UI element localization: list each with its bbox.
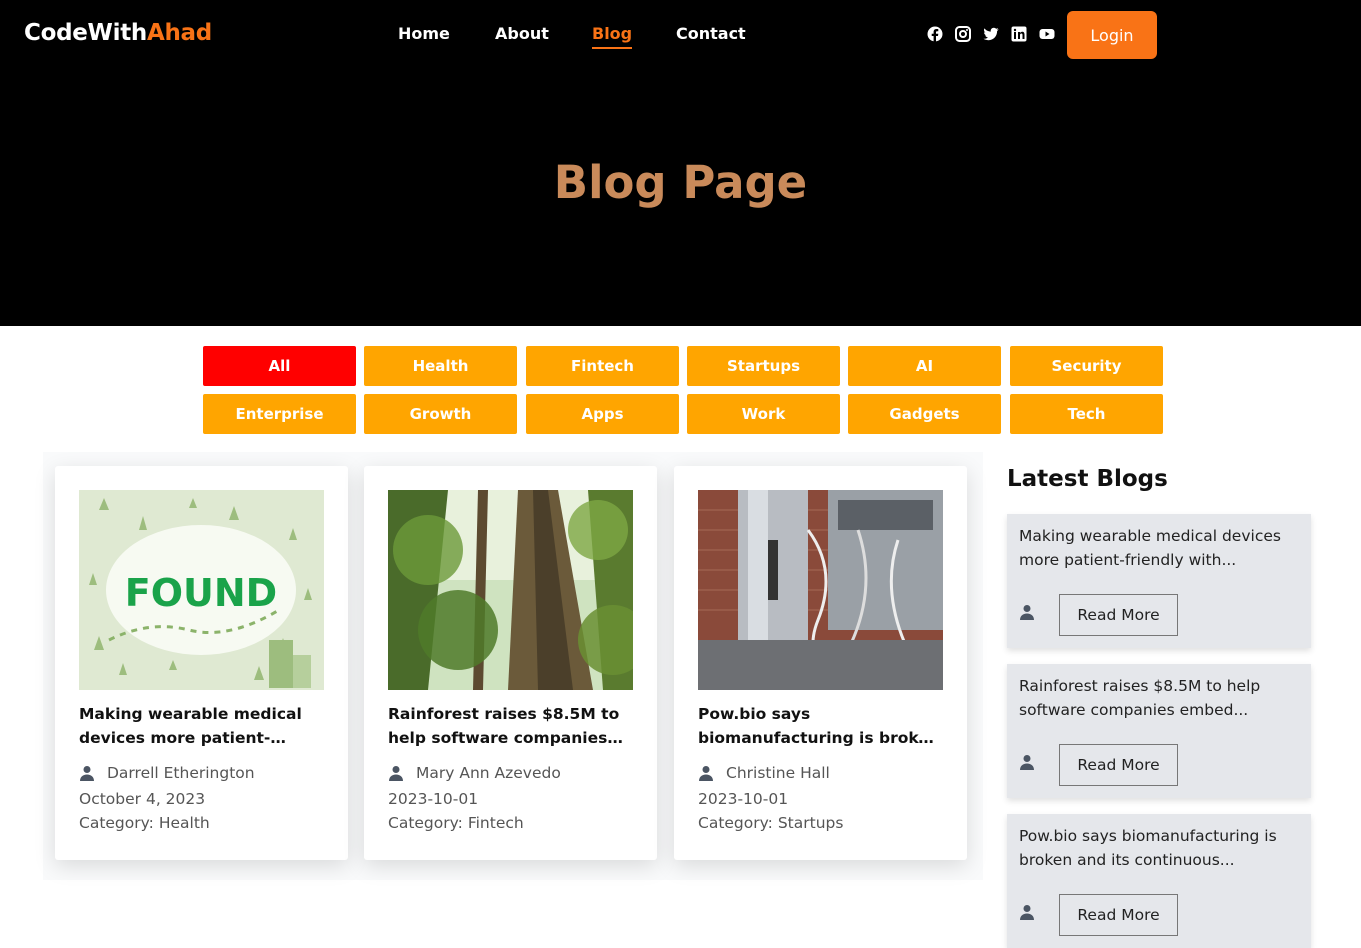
read-more-button[interactable]: Read More [1059, 744, 1178, 786]
login-button[interactable]: Login [1067, 11, 1157, 59]
latest-blog-title: Rainforest raises $8.5M to help software… [1019, 677, 1261, 719]
brand-name: CodeWith [24, 20, 147, 46]
nav-link-contact[interactable]: Contact [676, 24, 746, 43]
blog-card-image: FOUND [79, 490, 324, 690]
latest-blog-item: Pow.bio says biomanufacturing is broken … [1007, 814, 1311, 948]
blog-card-date: October 4, 2023 [79, 790, 206, 808]
user-icon [1020, 605, 1034, 620]
blog-card-title[interactable]: Rainforest raises $8.5M to help software… [388, 702, 633, 750]
blog-card-author: Christine Hall [698, 764, 830, 782]
filter-growth[interactable]: Growth [364, 394, 517, 434]
brand-accent-name: Ahad [146, 20, 212, 46]
filter-ai[interactable]: AI [848, 346, 1001, 386]
blog-card-date: 2023-10-01 [698, 790, 789, 808]
filter-health[interactable]: Health [364, 346, 517, 386]
latest-blogs-heading: Latest Blogs [1007, 466, 1168, 492]
blog-card-category: Category: Health [79, 814, 210, 832]
nav-link-blog[interactable]: Blog [592, 24, 633, 49]
latest-blog-item: Rainforest raises $8.5M to help software… [1007, 664, 1311, 798]
brand-logo[interactable]: CodeWithAhad [24, 20, 212, 46]
filter-startups[interactable]: Startups [687, 346, 840, 386]
filter-fintech[interactable]: Fintech [526, 346, 679, 386]
blog-card-author: Mary Ann Azevedo [388, 764, 561, 782]
youtube-icon[interactable] [1039, 26, 1055, 42]
filter-enterprise[interactable]: Enterprise [203, 394, 356, 434]
found-logo-text: FOUND [125, 571, 277, 615]
blog-card-date: 2023-10-01 [388, 790, 479, 808]
blog-card-image [388, 490, 633, 690]
nav-link-home[interactable]: Home [398, 24, 450, 43]
top-navbar: CodeWithAhad Home About Blog Contact Log… [0, 0, 1361, 70]
blog-card-title[interactable]: Making wearable medical devices more pat… [79, 702, 324, 750]
blog-card[interactable]: Pow.bio says biomanufacturing is broken … [674, 466, 967, 860]
blog-card-title[interactable]: Pow.bio says biomanufacturing is broken … [698, 702, 943, 750]
blog-card[interactable]: Rainforest raises $8.5M to help software… [364, 466, 657, 860]
user-icon [1020, 905, 1034, 920]
blog-card-author: Darrell Etherington [79, 764, 255, 782]
read-more-button[interactable]: Read More [1059, 594, 1178, 636]
instagram-icon[interactable] [955, 26, 971, 42]
user-icon [1020, 755, 1034, 770]
twitter-icon[interactable] [983, 26, 999, 42]
blog-card[interactable]: FOUND Making wearable medical devices mo… [55, 466, 348, 860]
filter-work[interactable]: Work [687, 394, 840, 434]
page-title: Blog Page [553, 156, 808, 209]
linkedin-icon[interactable] [1011, 26, 1027, 42]
hero-banner: Blog Page [0, 70, 1361, 326]
blog-card-image [698, 490, 943, 690]
user-icon [80, 766, 94, 781]
facebook-icon[interactable] [927, 26, 943, 42]
filter-tech[interactable]: Tech [1010, 394, 1163, 434]
filter-all[interactable]: All [203, 346, 356, 386]
latest-blog-title: Making wearable medical devices more pat… [1019, 527, 1281, 569]
filter-gadgets[interactable]: Gadgets [848, 394, 1001, 434]
latest-blog-title: Pow.bio says biomanufacturing is broken … [1019, 827, 1277, 869]
nav-link-about[interactable]: About [495, 24, 549, 43]
user-icon [699, 766, 713, 781]
latest-blog-item: Making wearable medical devices more pat… [1007, 514, 1311, 648]
blog-card-category: Category: Startups [698, 814, 844, 832]
filter-apps[interactable]: Apps [526, 394, 679, 434]
filter-security[interactable]: Security [1010, 346, 1163, 386]
blog-card-category: Category: Fintech [388, 814, 524, 832]
read-more-button[interactable]: Read More [1059, 894, 1178, 936]
user-icon [389, 766, 403, 781]
